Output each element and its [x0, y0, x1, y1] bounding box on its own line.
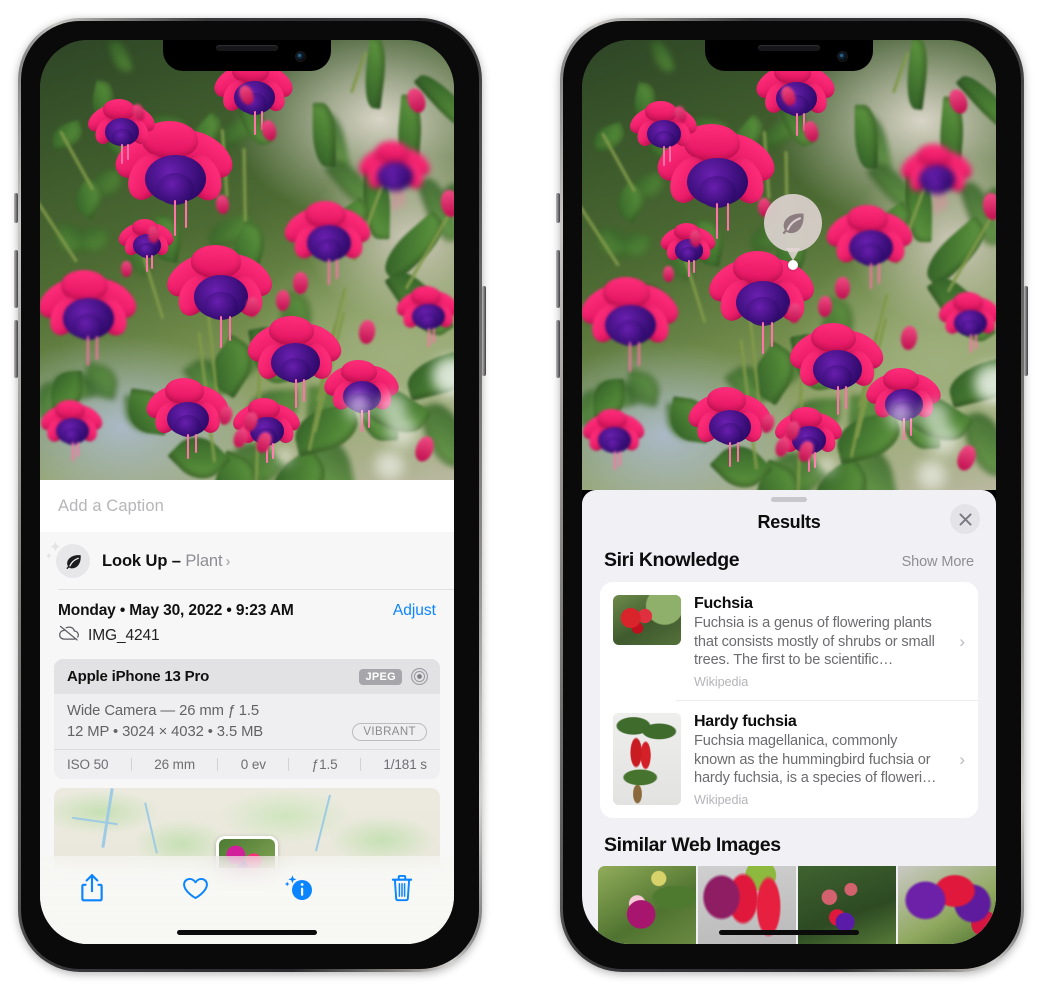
stat-divider	[217, 758, 219, 771]
caption-input[interactable]: Add a Caption	[58, 497, 436, 516]
photographic-style-badge: VIBRANT	[352, 723, 427, 741]
photo-viewer[interactable]	[40, 40, 454, 480]
mute-switch[interactable]	[556, 193, 560, 223]
stat-aperture: ƒ1.5	[311, 757, 338, 772]
left-phone-device: Add a Caption ✦ ✦ Look Up – Plant › Mond…	[14, 18, 486, 972]
chevron-right-icon: ›	[225, 552, 231, 570]
section-title-similar-web-images: Similar Web Images	[604, 834, 781, 857]
camera-device-name: Apple iPhone 13 Pro	[67, 668, 210, 685]
resolution-info: 12 MP • 3024 × 4032 • 3.5 MB	[67, 724, 264, 740]
format-badge: JPEG	[359, 668, 402, 685]
delete-button[interactable]	[351, 868, 455, 908]
stat-iso: ISO 50	[67, 757, 109, 772]
photo-viewer[interactable]	[582, 40, 996, 490]
sparkle-small-icon: ✦	[45, 551, 53, 561]
knowledge-title: Fuchsia	[694, 595, 753, 612]
screenshot-canvas: Add a Caption ✦ ✦ Look Up – Plant › Mond…	[0, 0, 1055, 985]
exif-card[interactable]: Apple iPhone 13 Pro JPEG Wide Camera — 2…	[54, 659, 440, 779]
info-button[interactable]	[247, 868, 351, 908]
volume-up-button[interactable]	[556, 250, 560, 308]
knowledge-thumbnail	[613, 713, 681, 806]
stat-divider	[288, 758, 290, 771]
knowledge-item-fuchsia[interactable]: Fuchsia Fuchsia is a genus of flowering …	[600, 582, 978, 700]
similar-image-1[interactable]	[598, 866, 696, 944]
results-sheet: Results Siri Knowledge Show More Fuchsia…	[582, 490, 996, 944]
side-power-button[interactable]	[1024, 286, 1028, 376]
aperture-icon	[410, 667, 429, 686]
mute-switch[interactable]	[14, 193, 18, 223]
chevron-right-icon: ›	[959, 632, 965, 651]
page-title: Results	[757, 512, 821, 532]
right-phone-screen: Results Siri Knowledge Show More Fuchsia…	[582, 40, 996, 944]
look-up-subject: Plant	[185, 551, 223, 570]
leaf-icon: ✦ ✦	[45, 540, 90, 578]
knowledge-item-hardy-fuchsia[interactable]: Hardy fuchsia Fuchsia magellanica, commo…	[600, 700, 978, 818]
photo-info-sheet: Add a Caption ✦ ✦ Look Up – Plant › Mond…	[40, 480, 454, 944]
earpiece-speaker	[758, 45, 820, 51]
exif-stats-row: ISO 50 26 mm 0 ev ƒ1.5 1/181 s	[54, 749, 440, 779]
volume-up-button[interactable]	[14, 250, 18, 308]
icloud-slash-icon	[58, 624, 80, 646]
stat-focal: 26 mm	[154, 757, 195, 772]
siri-knowledge-header: Siri Knowledge Show More	[582, 549, 996, 582]
results-header: Results	[582, 502, 996, 549]
adjust-button[interactable]: Adjust	[393, 602, 436, 620]
share-button[interactable]	[40, 868, 144, 908]
knowledge-description: Fuchsia magellanica, commonly known as t…	[694, 733, 937, 787]
show-more-button[interactable]: Show More	[902, 554, 975, 570]
visual-lookup-badge[interactable]	[764, 194, 822, 270]
section-title-siri-knowledge: Siri Knowledge	[604, 549, 740, 571]
knowledge-title: Hardy fuchsia	[694, 713, 797, 731]
look-up-row[interactable]: ✦ ✦ Look Up – Plant ›	[40, 532, 454, 590]
close-icon	[959, 513, 971, 525]
stat-ev: 0 ev	[240, 757, 266, 772]
favorite-button[interactable]	[144, 868, 248, 908]
stat-divider	[359, 758, 361, 771]
stat-divider	[130, 758, 132, 771]
chevron-right-icon: ›	[959, 750, 965, 770]
left-phone-notch	[163, 40, 331, 71]
front-camera	[838, 52, 847, 61]
siri-knowledge-card: Fuchsia Fuchsia is a genus of flowering …	[600, 582, 978, 819]
home-indicator[interactable]	[719, 930, 859, 935]
left-phone-screen: Add a Caption ✦ ✦ Look Up – Plant › Mond…	[40, 40, 454, 944]
right-phone-notch	[705, 40, 873, 71]
file-name: IMG_4241	[88, 626, 160, 644]
home-indicator[interactable]	[177, 930, 317, 935]
capture-date: Monday • May 30, 2022 • 9:23 AM	[58, 602, 294, 619]
look-up-label: Look Up – Plant ›	[102, 552, 230, 571]
look-up-title: Look Up –	[102, 551, 186, 570]
knowledge-description: Fuchsia is a genus of flowering plants t…	[694, 615, 935, 669]
similar-web-images-header: Similar Web Images	[582, 818, 996, 866]
caption-field-row[interactable]: Add a Caption	[40, 480, 454, 532]
right-phone-device: Results Siri Knowledge Show More Fuchsia…	[556, 18, 1028, 972]
knowledge-source: Wikipedia	[694, 793, 749, 808]
volume-down-button[interactable]	[14, 320, 18, 378]
similar-image-4[interactable]	[898, 866, 996, 944]
stat-shutter: 1/181 s	[383, 757, 427, 772]
knowledge-thumbnail	[613, 595, 681, 645]
exif-header: Apple iPhone 13 Pro JPEG	[54, 659, 440, 694]
metadata-block: Monday • May 30, 2022 • 9:23 AM Adjust I…	[40, 590, 454, 655]
volume-down-button[interactable]	[556, 320, 560, 378]
leaf-icon	[782, 213, 804, 235]
lens-info: Wide Camera — 26 mm ƒ 1.5	[67, 703, 260, 719]
knowledge-source: Wikipedia	[694, 675, 749, 690]
exif-body: Wide Camera — 26 mm ƒ 1.5 12 MP • 3024 ×…	[54, 694, 440, 749]
side-power-button[interactable]	[482, 286, 486, 376]
close-button[interactable]	[950, 504, 980, 534]
front-camera	[296, 52, 305, 61]
earpiece-speaker	[216, 45, 278, 51]
